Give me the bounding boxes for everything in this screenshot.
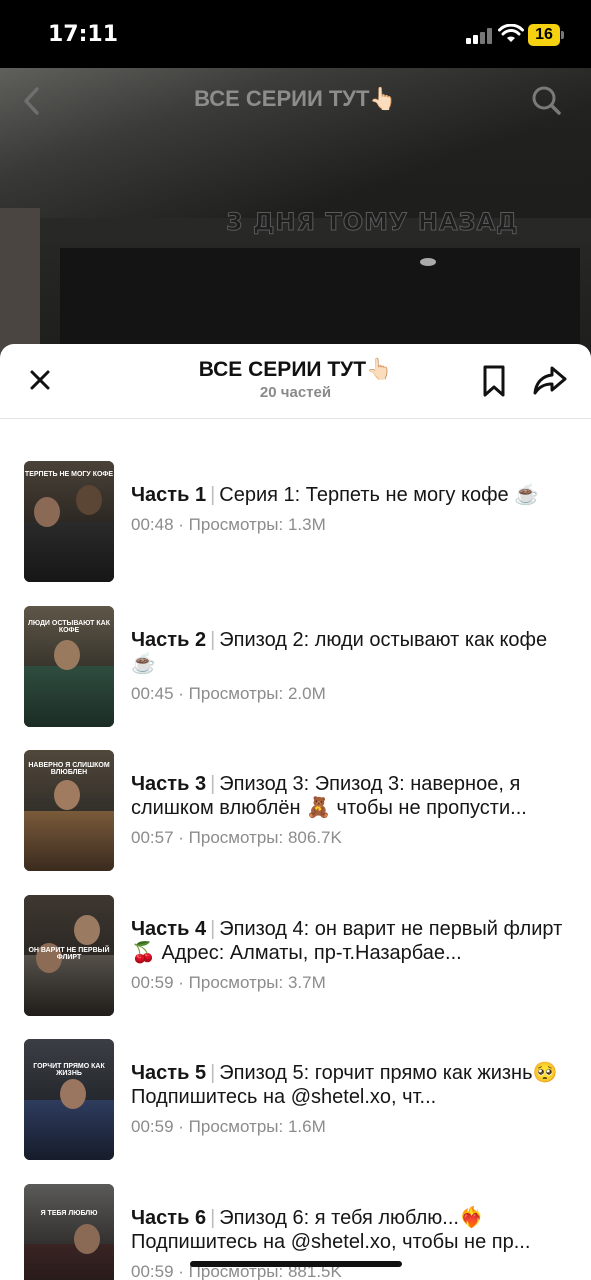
episode-thumbnail[interactable]: ОН ВАРИТ НЕ ПЕРВЫЙ ФЛИРТ xyxy=(24,894,114,1016)
episode-text: Часть 4 | Эпизод 4: он варит не первый фли… xyxy=(131,917,571,993)
episode-item[interactable]: ОН ВАРИТ НЕ ПЕРВЫЙ ФЛИРТ Часть 4 | Эпизод … xyxy=(0,894,591,1040)
episode-text: Часть 3 | Эпизод 3: Эпизод 3: наверное, я … xyxy=(131,772,571,848)
episode-part: Часть 4 xyxy=(131,917,207,940)
sheet-header: ВСЕ СЕРИИ ТУТ👆🏻 20 частей xyxy=(0,344,591,419)
share-icon[interactable] xyxy=(532,364,568,396)
episode-duration: 00:48 xyxy=(131,515,174,534)
episode-views: Просмотры: 2.0M xyxy=(188,683,326,703)
episode-title-line: Часть 1 | Серия 1: Терпеть не могу кофе ☕ xyxy=(131,483,571,507)
episode-item[interactable]: ЛЮДИ ОСТЫВАЮТ КАК КОФЕ Часть 2 | Эпизод 2:… xyxy=(0,605,591,751)
episode-text: Часть 5 | Эпизод 5: горчит прямо как жизнь… xyxy=(131,1061,571,1137)
separator: | xyxy=(210,1062,216,1084)
episode-part: Часть 1 xyxy=(131,484,207,506)
episode-title-line: Часть 3 | Эпизод 3: Эпизод 3: наверное, я … xyxy=(131,772,571,820)
episode-item[interactable]: ГОРЧИТ ПРЯМО КАК ЖИЗНЬ Часть 5 | Эпизод 5:… xyxy=(0,1039,591,1184)
video-caption: 3 ДНЯ ТОМУ НАЗАД xyxy=(226,208,519,237)
episode-part: Часть 2 xyxy=(131,628,207,651)
episode-list: ТЕРПЕТЬ НЕ МОГУ КОФЕ Часть 1 | Серия 1: Те… xyxy=(0,461,591,1280)
episode-title-line: Часть 2 | Эпизод 2: люди остывают как кофе… xyxy=(131,628,571,676)
episode-part: Часть 3 xyxy=(131,773,207,795)
episode-text: Часть 2 | Эпизод 2: люди остывают как кофе… xyxy=(131,628,571,704)
episode-meta: 00:59 · Просмотры: 3.7M xyxy=(131,972,326,992)
episode-meta: 00:59 · Просмотры: 1.6M xyxy=(131,1117,326,1136)
episode-views: Просмотры: 806.7K xyxy=(188,828,342,847)
episode-duration: 00:57 xyxy=(131,828,174,847)
wifi-icon xyxy=(498,24,524,42)
bookmark-icon[interactable] xyxy=(480,364,508,398)
episode-title-line: Часть 4 | Эпизод 4: он варит не первый фли… xyxy=(131,917,571,965)
episode-title-line: Часть 5 | Эпизод 5: горчит прямо как жизнь… xyxy=(131,1061,571,1109)
separator: | xyxy=(210,484,216,506)
thumbnail-caption: ОН ВАРИТ НЕ ПЕРВЫЙ ФЛИРТ xyxy=(28,946,110,961)
episode-meta: 00:45 · Просмотры: 2.0M xyxy=(131,683,326,703)
episode-views: Просмотры: 1.6M xyxy=(188,1117,326,1136)
episode-meta: 00:57 · Просмотры: 806.7K xyxy=(131,828,342,847)
episode-title: Серия 1: Терпеть не могу кофе ☕ xyxy=(219,484,540,506)
cellular-signal-icon xyxy=(466,28,494,44)
episode-text: Часть 1 | Серия 1: Терпеть не могу кофе ☕ … xyxy=(131,483,571,535)
series-sheet: ВСЕ СЕРИИ ТУТ👆🏻 20 частей ТЕРПЕТЬ НЕ МОГ… xyxy=(0,344,591,1280)
status-bar: 17:11 16 xyxy=(0,0,591,68)
episode-views: Просмотры: 3.7M xyxy=(188,972,326,992)
episode-part: Часть 6 xyxy=(131,1206,207,1229)
video-title: ВСЕ СЕРИИ ТУТ👆🏻 xyxy=(194,86,397,111)
search-icon[interactable] xyxy=(530,84,562,116)
episode-thumbnail[interactable]: Я ТЕБЯ ЛЮБЛЮ xyxy=(24,1183,114,1280)
episode-part: Часть 5 xyxy=(131,1062,207,1084)
episode-thumbnail[interactable]: ЛЮДИ ОСТЫВАЮТ КАК КОФЕ xyxy=(24,605,114,727)
episode-duration: 00:59 xyxy=(131,1117,174,1136)
episode-views: Просмотры: 1.3M xyxy=(188,515,326,534)
thumbnail-caption: ЛЮДИ ОСТЫВАЮТ КАК КОФЕ xyxy=(27,619,110,634)
thumbnail-caption: НАВЕРНО Я СЛИШКОМ ВЛЮБЛЕН xyxy=(28,762,110,776)
episode-thumbnail[interactable]: НАВЕРНО Я СЛИШКОМ ВЛЮБЛЕН xyxy=(24,750,114,871)
thumbnail-caption: ГОРЧИТ ПРЯМО КАК ЖИЗНЬ xyxy=(33,1063,105,1077)
episode-duration: 00:59 xyxy=(131,972,174,992)
episode-item[interactable]: НАВЕРНО Я СЛИШКОМ ВЛЮБЛЕН Часть 3 | Эпизод… xyxy=(0,750,591,895)
battery-level: 16 xyxy=(535,26,553,43)
episode-item[interactable]: ТЕРПЕТЬ НЕ МОГУ КОФЕ Часть 1 | Серия 1: Те… xyxy=(0,461,591,606)
separator: | xyxy=(210,773,216,795)
episode-duration: 00:59 xyxy=(131,1261,174,1280)
episode-meta: 00:48 · Просмотры: 1.3M xyxy=(131,515,326,534)
home-indicator[interactable] xyxy=(190,1261,402,1267)
thumbnail-caption: ТЕРПЕТЬ НЕ МОГУ КОФЕ xyxy=(24,471,114,478)
status-time: 17:11 xyxy=(48,22,119,47)
thumbnail-caption: Я ТЕБЯ ЛЮБЛЮ xyxy=(40,1209,98,1217)
episode-title-line: Часть 6 | Эпизод 6: я тебя люблю...❤️‍🔥 По… xyxy=(131,1206,571,1254)
battery-icon: 16 xyxy=(528,24,564,46)
video-scene-light xyxy=(420,258,436,266)
episode-thumbnail[interactable]: ТЕРПЕТЬ НЕ МОГУ КОФЕ xyxy=(24,461,114,582)
video-background: ВСЕ СЕРИИ ТУТ👆🏻 3 ДНЯ ТОМУ НАЗАД xyxy=(0,68,591,368)
episode-thumbnail[interactable]: ГОРЧИТ ПРЯМО КАК ЖИЗНЬ xyxy=(24,1039,114,1160)
episode-text: Часть 6 | Эпизод 6: я тебя люблю...❤️‍🔥 По… xyxy=(131,1206,571,1280)
separator: | xyxy=(210,628,216,651)
separator: | xyxy=(210,1206,216,1229)
separator: | xyxy=(210,917,216,940)
episode-duration: 00:45 xyxy=(131,683,174,703)
